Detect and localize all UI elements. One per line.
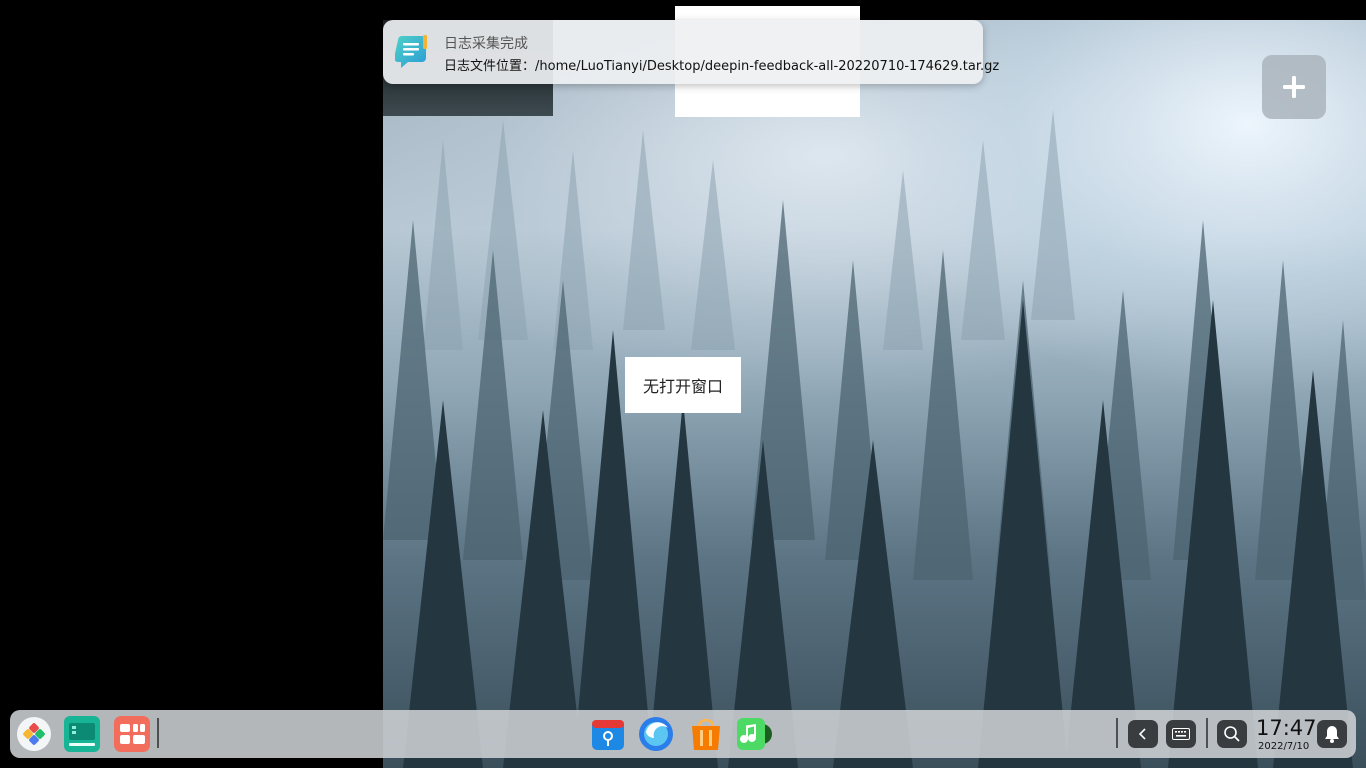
chevron-left-icon <box>1138 728 1146 740</box>
tray-separator <box>1116 718 1118 748</box>
keyboard-icon <box>1172 728 1190 740</box>
app-grid-icon <box>114 716 150 752</box>
no-open-windows-label: 无打开窗口 <box>625 357 741 413</box>
clock-date: 2022/7/10 <box>1258 741 1310 752</box>
app-store-button[interactable] <box>688 716 724 752</box>
notification-title: 日志采集完成 <box>444 36 528 52</box>
forest-illustration <box>383 20 1366 768</box>
notification-center-button[interactable] <box>1317 720 1347 748</box>
add-workspace-button[interactable] <box>1262 55 1326 119</box>
desktop-screen: 日志采集完成 日志文件位置：/home/LuoTianyi/Desktop/de… <box>0 0 1366 768</box>
app-store-icon <box>692 718 720 750</box>
clock-time[interactable]: 17:47 <box>1256 716 1317 740</box>
notification-body: 日志文件位置：/home/LuoTianyi/Desktop/deepin-fe… <box>444 59 1000 74</box>
dock: 17:47 2022/7/10 <box>10 710 1356 758</box>
onscreen-keyboard-button[interactable] <box>1166 720 1196 748</box>
browser-icon <box>639 717 673 751</box>
notification-bubble[interactable]: 日志采集完成 日志文件位置：/home/LuoTianyi/Desktop/de… <box>383 20 999 84</box>
log-collector-icon <box>394 34 431 70</box>
collapse-tray-button[interactable] <box>1128 720 1158 748</box>
workspace-wallpaper[interactable] <box>383 20 1366 768</box>
file-manager-button[interactable] <box>590 716 626 752</box>
plus-icon <box>1283 76 1305 98</box>
launcher-button[interactable] <box>16 716 52 752</box>
tray-separator <box>1206 718 1208 748</box>
file-manager-icon <box>592 720 624 750</box>
search-icon <box>1224 726 1240 742</box>
multitasking-view-button[interactable] <box>64 716 100 752</box>
dock-separator <box>157 718 159 748</box>
bell-icon <box>1325 726 1339 743</box>
app-grid-button[interactable] <box>114 716 150 752</box>
launcher-icon <box>17 717 51 751</box>
multitask-icon <box>64 716 100 752</box>
music-icon <box>737 718 772 750</box>
search-button[interactable] <box>1217 720 1247 748</box>
browser-button[interactable] <box>638 716 674 752</box>
music-button[interactable] <box>736 716 772 752</box>
